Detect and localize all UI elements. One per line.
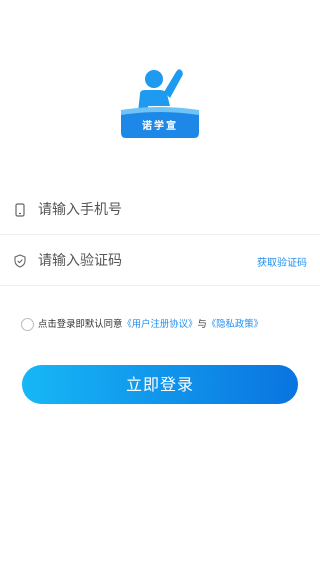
phone-field bbox=[0, 186, 320, 235]
user-agreement-link[interactable]: 《用户注册协议》 bbox=[122, 319, 197, 330]
shield-icon bbox=[12, 253, 28, 269]
phone-icon bbox=[12, 202, 28, 218]
app-logo: 诺学宣 bbox=[118, 66, 202, 142]
agreement-prefix: 点击登录即默认同意 bbox=[38, 319, 123, 330]
code-input[interactable] bbox=[38, 249, 238, 273]
agreement-joiner: 与 bbox=[197, 319, 207, 330]
privacy-policy-link[interactable]: 《隐私政策》 bbox=[207, 319, 263, 330]
agreement-text: 点击登录即默认同意《用户注册协议》与《隐私政策》 bbox=[38, 319, 263, 331]
phone-input[interactable] bbox=[38, 198, 238, 222]
login-button[interactable]: 立即登录 bbox=[22, 365, 298, 404]
code-field: 获取验证码 bbox=[0, 237, 320, 286]
get-code-button[interactable]: 获取验证码 bbox=[257, 254, 307, 269]
agreement-checkbox[interactable] bbox=[21, 318, 34, 331]
logo-text: 诺学宣 bbox=[142, 121, 178, 132]
agreement-row: 点击登录即默认同意《用户注册协议》与《隐私政策》 bbox=[21, 317, 311, 333]
